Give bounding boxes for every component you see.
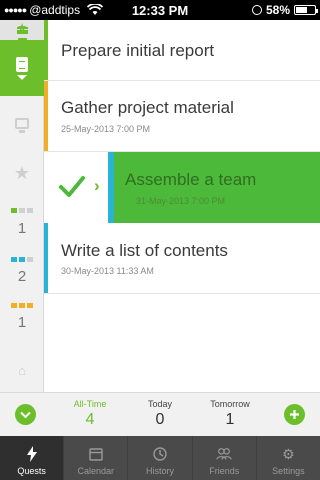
friends-icon [216, 446, 232, 462]
tab-friends[interactable]: Friends [193, 436, 257, 480]
category-stripe [44, 223, 48, 293]
list-item[interactable]: Gather project material 25-May-2013 7:00… [44, 81, 320, 152]
lightning-icon [24, 446, 40, 462]
house-icon: ⌂ [18, 362, 26, 378]
clock-icon [152, 446, 168, 462]
category-stripe [44, 81, 48, 151]
quest-list: Prepare initial report Gather project ma… [44, 20, 320, 392]
task-title: Write a list of contents [61, 241, 228, 260]
tab-settings[interactable]: ⚙ Settings [257, 436, 320, 480]
plus-icon [290, 410, 299, 419]
task-title: Assemble a team [125, 170, 257, 189]
task-title: Gather project material [61, 98, 234, 117]
category-stripe [44, 20, 48, 80]
task-date: 30-May-2013 11:33 AM [61, 266, 154, 276]
tab-quests[interactable]: Quests [0, 436, 65, 480]
chevron-down-icon [20, 411, 31, 418]
sidebar-item-monitor[interactable] [0, 100, 44, 150]
add-quest-button[interactable] [284, 404, 305, 425]
task-date: 25-May-2013 7:00 PM [61, 124, 151, 134]
rotation-lock-icon [251, 5, 262, 15]
task-title: Prepare initial report [61, 41, 215, 60]
priority-count-high[interactable]: 1 [0, 310, 44, 334]
star-icon: ★ [13, 162, 31, 183]
priority-count-medium[interactable]: 2 [0, 264, 44, 288]
checkmark-icon [59, 176, 85, 197]
menu-icon [16, 26, 28, 34]
category-stripe [108, 152, 114, 223]
tab-history[interactable]: History [128, 436, 193, 480]
status-right: 58% [251, 3, 318, 17]
filter-tomorrow[interactable]: Tomorrow 1 [195, 399, 265, 429]
chevron-down-icon [17, 74, 27, 80]
filter-today[interactable]: Today 0 [125, 399, 195, 429]
gear-icon: ⚙ [282, 445, 295, 462]
filter-all-time[interactable]: All-Time 4 [55, 399, 125, 429]
collapse-button[interactable] [15, 404, 36, 425]
task-date: 31-May-2013 7:00 PM [136, 196, 226, 206]
battery-percent: 58% [265, 3, 290, 17]
list-item-completed[interactable]: › Assemble a team 31-May-2013 7:00 PM [44, 152, 320, 223]
sidebar-item-home[interactable]: ⌂ [0, 358, 44, 382]
tab-calendar[interactable]: Calendar [64, 436, 129, 480]
summary-bar: All-Time 4 Today 0 Tomorrow 1 [0, 392, 320, 436]
sidebar-item-favorites[interactable]: ★ [0, 152, 44, 194]
quest-document-icon [16, 56, 28, 72]
status-bar: ●●●●● @addtips 12:33 PM 58% [0, 0, 320, 20]
chevron-right-icon: › [94, 176, 100, 195]
completed-task-card[interactable]: Assemble a team 31-May-2013 7:00 PM [108, 152, 320, 223]
list-item[interactable]: Write a list of contents 30-May-2013 11:… [44, 223, 320, 294]
list-item[interactable]: Prepare initial report [44, 20, 320, 81]
priority-count-low[interactable]: 1 [0, 216, 44, 240]
battery-icon [294, 5, 318, 15]
sidebar-menu-button[interactable] [0, 20, 44, 40]
sidebar: ★ ★ 1 2 1 ⌂ [0, 20, 44, 392]
tab-bar: Quests Calendar History Friends ⚙ Settin… [0, 436, 320, 480]
monitor-icon [15, 117, 29, 129]
calendar-icon [88, 446, 104, 462]
sidebar-item-quests[interactable] [0, 40, 44, 96]
